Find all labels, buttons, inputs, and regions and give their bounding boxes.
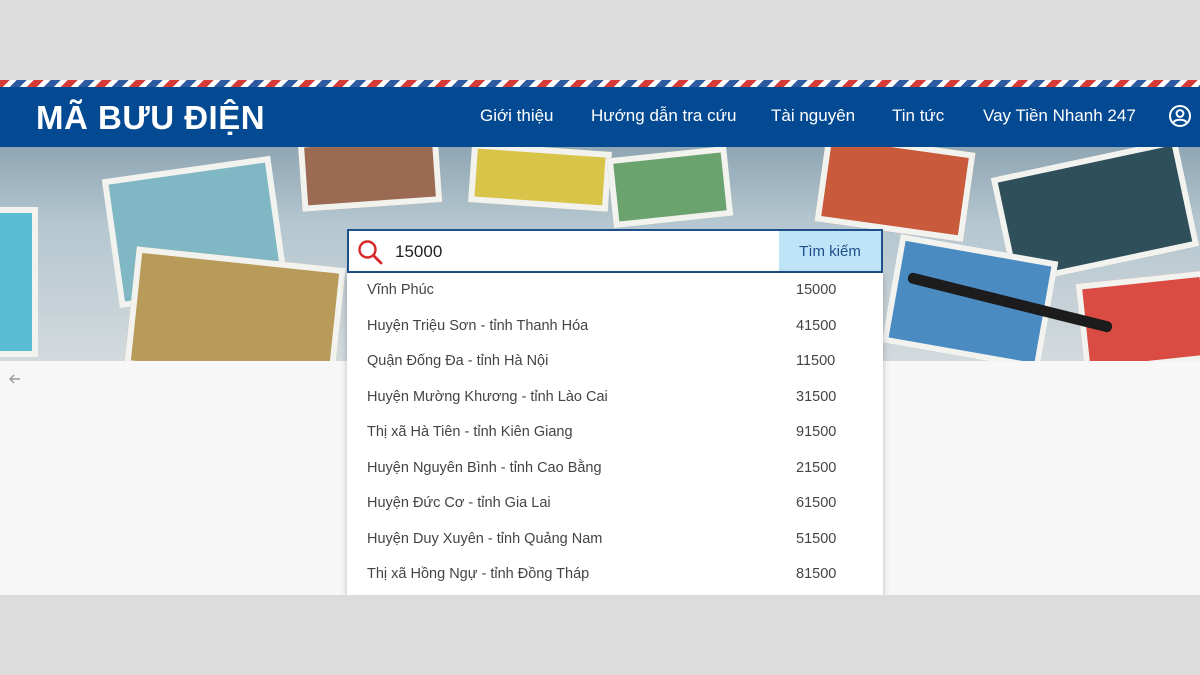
navbar: MÃ BƯU ĐIỆN Giới thiệu Hướng dẫn tra cứu… xyxy=(0,87,1200,147)
suggestion-name: Vĩnh Phúc xyxy=(367,282,434,298)
search-box: Tìm kiếm xyxy=(347,229,883,273)
decor-stamp xyxy=(0,207,38,357)
suggestion-code: 21500 xyxy=(796,459,837,476)
back-arrow-icon[interactable] xyxy=(8,372,22,386)
decor-stamp xyxy=(468,147,612,212)
suggestion-item[interactable]: Huyện Mường Khương - tỉnh Lào Cai 31500 xyxy=(347,380,883,415)
suggestion-code: 11500 xyxy=(796,353,836,369)
suggestion-name: Huyện Đức Cơ - tỉnh Gia Lai xyxy=(367,495,551,511)
suggestion-item[interactable]: Thị xã Hồng Ngự - tỉnh Đồng Tháp 81500 xyxy=(347,557,883,592)
page: MÃ BƯU ĐIỆN Giới thiệu Hướng dẫn tra cứu… xyxy=(0,80,1200,595)
decor-stamp xyxy=(1075,270,1200,361)
suggestion-name: Huyện Mường Khương - tỉnh Lào Cai xyxy=(367,388,608,405)
user-circle-icon[interactable] xyxy=(1168,104,1192,128)
site-logo[interactable]: MÃ BƯU ĐIỆN xyxy=(36,99,265,137)
nav-link-gioi-thieu[interactable]: Giới thiệu xyxy=(480,106,554,126)
suggestion-item[interactable]: Thị xã Hà Tiên - tỉnh Kiên Giang 91500 xyxy=(347,415,883,450)
suggestion-item[interactable]: Huyện Duy Xuyên - tỉnh Quảng Nam 51500 xyxy=(347,522,883,557)
suggestion-code: 41500 xyxy=(796,317,837,334)
suggestion-name: Huyện Duy Xuyên - tỉnh Quảng Nam xyxy=(367,530,603,547)
search-button[interactable]: Tìm kiếm xyxy=(779,231,881,271)
suggestion-code: 61500 xyxy=(796,495,837,511)
suggestion-code: 91500 xyxy=(796,424,837,440)
suggestion-item[interactable]: Huyện Nguyên Bình - tỉnh Cao Bằng 21500 xyxy=(347,451,883,486)
suggestion-name: Thị xã Hồng Ngự - tỉnh Đồng Tháp xyxy=(367,566,590,582)
suggestion-item[interactable]: Quận Đống Đa - tỉnh Hà Nội 11500 xyxy=(347,344,883,379)
suggestion-code: 51500 xyxy=(796,530,837,547)
nav-link-vay-tien[interactable]: Vay Tiền Nhanh 247 xyxy=(983,106,1136,126)
suggestion-name: Quận Đống Đa - tỉnh Hà Nội xyxy=(367,353,549,369)
decor-stamp xyxy=(814,147,976,243)
suggestion-item[interactable]: Huyện Triệu Sơn - tỉnh Thanh Hóa 41500 xyxy=(347,309,883,344)
nav-link-tin-tuc[interactable]: Tin tức xyxy=(892,106,944,126)
decor-stamp xyxy=(297,147,443,212)
search-suggestions: Vĩnh Phúc 15000 Huyện Triệu Sơn - tỉnh T… xyxy=(347,273,883,595)
search-input[interactable] xyxy=(395,238,775,266)
suggestion-name: Huyện Nguyên Bình - tỉnh Cao Bằng xyxy=(367,459,602,476)
nav-link-huong-dan[interactable]: Hướng dẫn tra cứu xyxy=(591,106,736,126)
decor-stamp xyxy=(124,246,346,361)
suggestion-code: 15000 xyxy=(796,282,837,298)
suggestion-code: 81500 xyxy=(796,566,837,582)
airmail-stripe xyxy=(0,80,1200,87)
search-icon xyxy=(358,240,383,265)
suggestion-code: 31500 xyxy=(796,388,837,405)
nav-link-tai-nguyen[interactable]: Tài nguyên xyxy=(771,106,855,126)
suggestion-name: Huyện Triệu Sơn - tỉnh Thanh Hóa xyxy=(367,317,589,334)
decor-stamp xyxy=(606,147,734,229)
suggestion-name: Thị xã Hà Tiên - tỉnh Kiên Giang xyxy=(367,424,573,440)
suggestion-item[interactable]: Huyện Đức Cơ - tỉnh Gia Lai 61500 xyxy=(347,486,883,521)
suggestion-item[interactable]: Vĩnh Phúc 15000 xyxy=(347,273,883,308)
